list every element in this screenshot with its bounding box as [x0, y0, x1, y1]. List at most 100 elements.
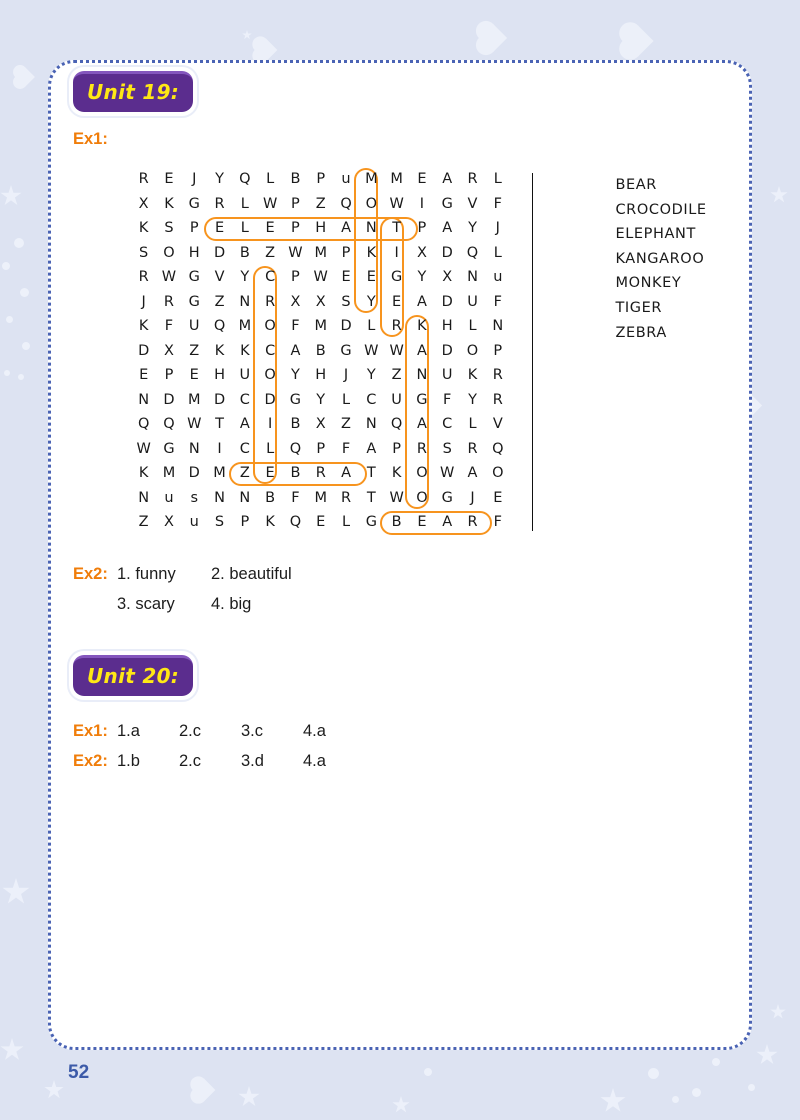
grid-cell: s [190, 489, 199, 506]
grid-cell: H [315, 220, 327, 237]
grid-cell: Q [137, 416, 150, 433]
grid-cell: G [441, 489, 453, 506]
grid-cell: Y [316, 391, 326, 408]
grid-cell: S [164, 220, 174, 237]
grid-cell: S [139, 244, 149, 261]
grid-cell: I [267, 416, 273, 433]
grid-cell: O [492, 465, 504, 482]
answer-item: 3. scary [117, 594, 175, 613]
grid-cell: M [238, 318, 252, 335]
grid-cell: A [239, 416, 250, 433]
grid-cell: J [192, 171, 197, 188]
grid-cell: B [265, 489, 276, 506]
grid-cell: Z [239, 465, 250, 482]
grid-cell: E [417, 171, 427, 188]
grid-cell: O [163, 244, 175, 261]
grid-cell: E [139, 367, 149, 384]
grid-cell: Y [366, 367, 376, 384]
heart-decoration [254, 38, 278, 62]
grid-cell: N [416, 367, 428, 384]
grid-cell: O [466, 342, 479, 359]
answer-item: 2.c [179, 721, 202, 740]
unit-20-badge: Unit 20: [73, 654, 194, 696]
grid-cell: Z [138, 514, 149, 531]
star-decoration [2, 878, 30, 904]
grid-cell: P [189, 220, 199, 237]
grid-cell: R [492, 367, 503, 384]
grid-cell: Y [366, 293, 376, 310]
grid-cell: T [366, 489, 376, 506]
answer-item: 3.c [241, 721, 264, 740]
bubble-decoration [648, 1068, 659, 1079]
heart-decoration [192, 1078, 216, 1102]
grid-cell: u [189, 514, 199, 531]
grid-cell: U [188, 318, 200, 335]
grid-cell: X [163, 342, 174, 359]
grid-cell: A [290, 342, 301, 359]
puzzle-divider [532, 173, 534, 531]
grid-cell: D [213, 391, 226, 408]
star-decoration [238, 1086, 260, 1107]
unit-19-section: Unit 19: Ex1: R E J Y Q L B P u M M E A … [73, 71, 731, 619]
grid-cell: Z [189, 342, 200, 359]
unit-19-ex2-label: Ex2: [73, 564, 108, 583]
grid-cell: R [340, 489, 352, 506]
grid-cell: M [314, 489, 327, 506]
bubble-decoration [748, 1084, 755, 1091]
bubble-decoration [20, 288, 29, 297]
word-list-item: TIGER [615, 299, 663, 316]
bubble-decoration [6, 316, 13, 323]
grid-cell: G [188, 195, 200, 212]
grid-cell: U [239, 367, 251, 384]
word-list-item: ZEBRA [615, 324, 667, 341]
grid-cell: L [240, 195, 249, 212]
grid-cell: F [493, 514, 502, 531]
bubble-decoration [18, 374, 24, 380]
grid-cell: R [265, 293, 276, 310]
grid-cell: M [314, 244, 327, 261]
grid-cell: K [391, 465, 402, 482]
grid-cell: V [492, 416, 503, 433]
word-search-grid: REJYQLBPuMMEARLXKGRLWPZQOWIGVFKSPELEPHAN… [131, 167, 510, 535]
grid-cell: O [416, 465, 428, 482]
grid-cell: E [417, 514, 427, 531]
bubble-decoration [424, 1068, 432, 1076]
grid-cell: Q [466, 244, 479, 261]
answer-item: 1. funny [117, 564, 176, 583]
grid-cell: W [262, 195, 278, 212]
grid-cell: G [416, 391, 428, 408]
star-decoration [770, 1004, 786, 1019]
grid-cell: A [442, 220, 453, 237]
grid-cell: Q [492, 440, 504, 457]
grid-cell: C [442, 416, 453, 433]
grid-cell: N [239, 489, 251, 506]
answer-item: 4.a [303, 751, 326, 770]
grid-cell: C [265, 342, 276, 359]
grid-cell: H [441, 318, 453, 335]
heart-decoration [622, 25, 654, 57]
grid-cell: W [187, 416, 202, 433]
grid-cell: F [493, 195, 502, 212]
grid-cell: X [315, 293, 326, 310]
grid-cell: V [214, 269, 225, 286]
grid-cell: T [366, 465, 376, 482]
grid-cell: B [290, 171, 301, 188]
grid-cell: G [289, 391, 302, 408]
grid-cell: A [366, 440, 377, 457]
unit-20-answers: Ex1: 1.a 2.c 3.c 4.a Ex2: 1.b 2.c 3.d 4.… [73, 716, 731, 776]
grid-cell: W [440, 465, 455, 482]
grid-cell: Q [289, 514, 302, 531]
grid-cell: K [366, 244, 377, 261]
grid-cell: K [240, 342, 250, 359]
grid-cell: P [316, 171, 326, 188]
grid-cell: Y [468, 391, 477, 408]
unit-19-ex2-row-1: Ex2: 1. funny 2. beautiful [73, 559, 731, 589]
word-list-item: ELEPHANT [615, 226, 696, 243]
grid-cell: E [493, 489, 503, 506]
answer-item: 1.b [117, 751, 140, 770]
grid-cell: Q [390, 416, 403, 433]
grid-cell: L [266, 171, 275, 188]
bubble-decoration [22, 342, 30, 350]
grid-cell: G [441, 195, 453, 212]
star-decoration [242, 30, 252, 40]
